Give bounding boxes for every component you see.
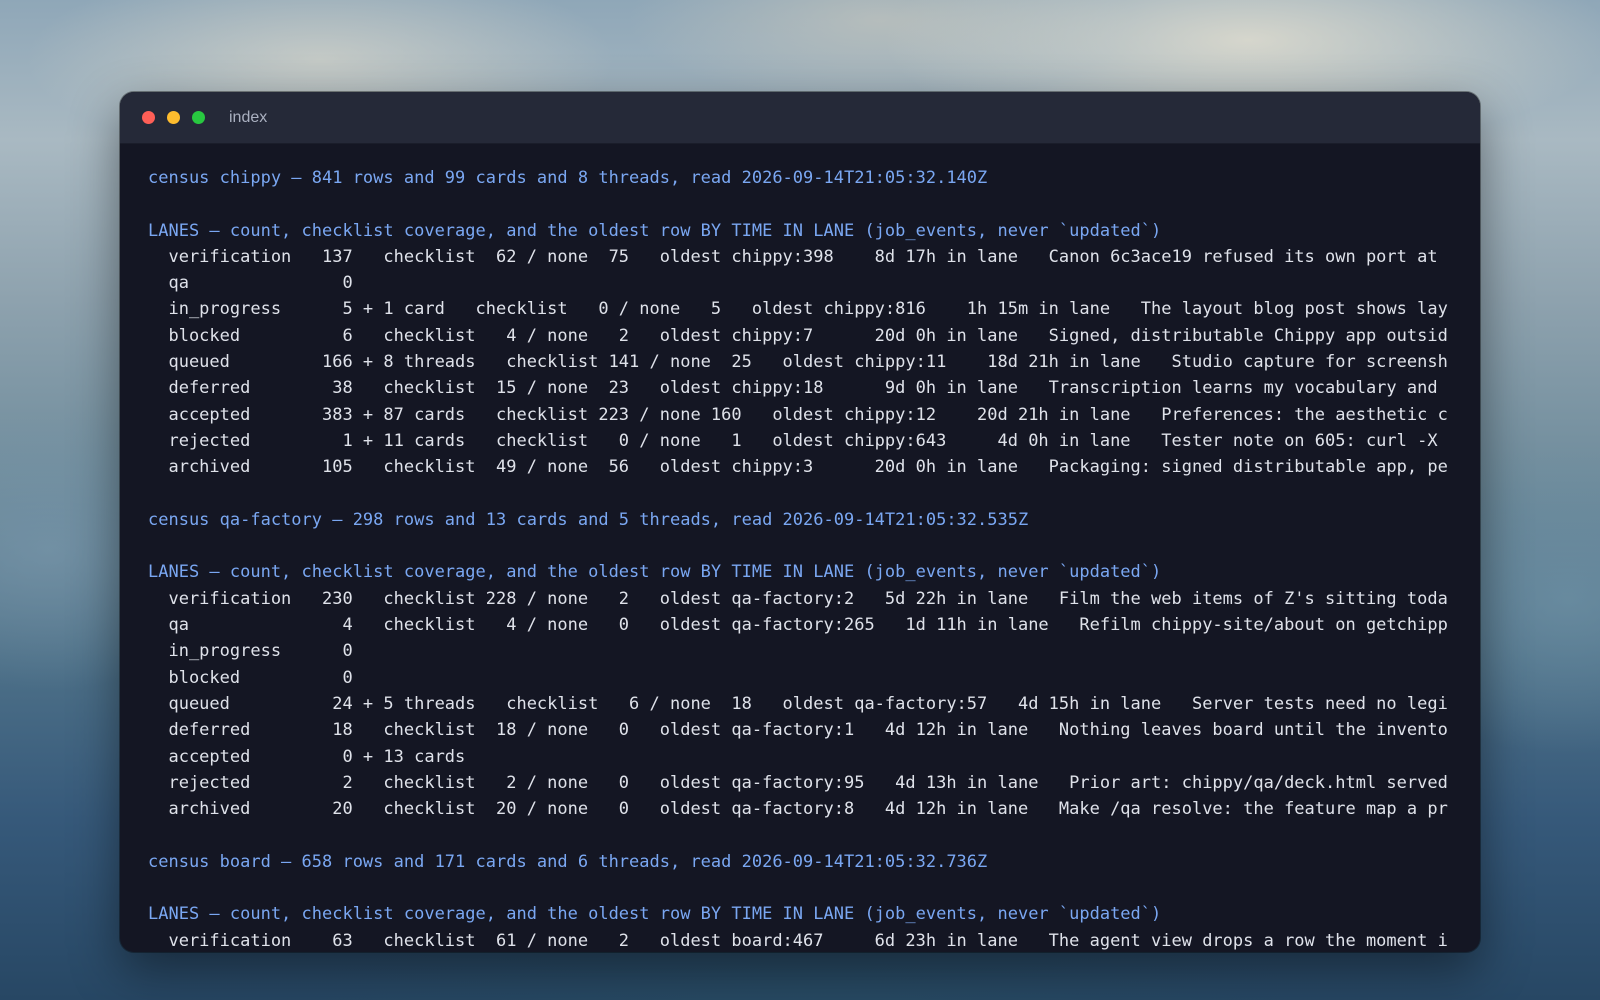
lanes-header-chippy: LANES — count, checklist coverage, and t…: [148, 220, 1162, 241]
lane-row-chippy-in-progress: in_progress 5 + 1 card checklist 0 / non…: [148, 299, 1448, 320]
terminal-window: index census chippy — 841 rows and 99 ca…: [120, 92, 1480, 952]
minimize-button[interactable]: [167, 111, 180, 124]
lane-row-chippy-blocked: blocked 6 checklist 4 / none 2 oldest ch…: [148, 325, 1448, 346]
lane-row-qa-factory-in-progress: in_progress 0: [148, 641, 353, 662]
lane-row-qa-factory-rejected: rejected 2 checklist 2 / none 0 oldest q…: [148, 772, 1448, 793]
title-bar[interactable]: index: [120, 92, 1480, 144]
census-summary-chippy: census chippy — 841 rows and 99 cards an…: [148, 168, 988, 188]
lane-row-qa-factory-queued: queued 24 + 5 threads checklist 6 / none…: [148, 693, 1448, 714]
window-title: index: [229, 108, 268, 126]
lane-row-qa-factory-blocked: blocked 0: [148, 667, 353, 688]
lane-row-qa-factory-qa: qa 4 checklist 4 / none 0 oldest qa-fact…: [148, 615, 1448, 636]
lane-row-qa-factory-archived: archived 20 checklist 20 / none 0 oldest…: [148, 799, 1448, 820]
lane-row-chippy-verification: verification 137 checklist 62 / none 75 …: [148, 246, 1438, 267]
lane-row-chippy-qa: qa 0: [148, 273, 353, 294]
lane-row-qa-factory-verification: verification 230 checklist 228 / none 2 …: [148, 588, 1448, 609]
zoom-button[interactable]: [192, 111, 205, 124]
lanes-header-board: LANES — count, checklist coverage, and t…: [148, 904, 1162, 925]
lane-row-board-verification: verification 63 checklist 61 / none 2 ol…: [148, 930, 1448, 951]
lane-row-chippy-queued: queued 166 + 8 threads checklist 141 / n…: [148, 352, 1448, 373]
lanes-header-qa-factory: LANES — count, checklist coverage, and t…: [148, 562, 1162, 583]
census-summary-qa-factory: census qa-factory — 298 rows and 13 card…: [148, 509, 1029, 530]
lane-row-chippy-rejected: rejected 1 + 11 cards checklist 0 / none…: [148, 430, 1438, 451]
census-summary-board: census board — 658 rows and 171 cards an…: [148, 851, 988, 872]
lane-row-chippy-accepted: accepted 383 + 87 cards checklist 223 / …: [148, 404, 1448, 425]
lane-row-qa-factory-deferred: deferred 18 checklist 18 / none 0 oldest…: [148, 720, 1448, 741]
terminal-output[interactable]: census chippy — 841 rows and 99 cards an…: [120, 144, 1480, 952]
lane-row-chippy-deferred: deferred 38 checklist 15 / none 23 oldes…: [148, 378, 1438, 399]
lane-row-chippy-archived: archived 105 checklist 49 / none 56 olde…: [148, 457, 1448, 478]
lane-row-qa-factory-accepted: accepted 0 + 13 cards: [148, 746, 466, 767]
close-button[interactable]: [142, 111, 155, 124]
